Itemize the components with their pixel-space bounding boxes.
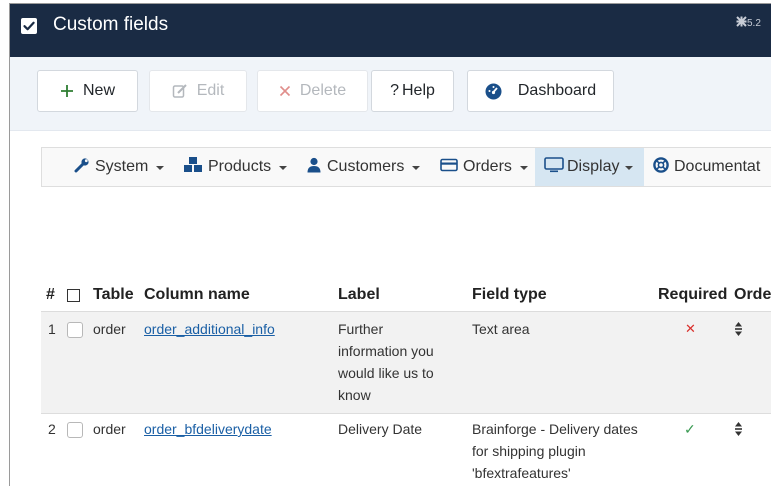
row-table: order [93,321,126,337]
column-name-link[interactable]: order_additional_info [144,318,275,340]
new-button[interactable]: New [37,70,138,112]
row-number: 1 [48,321,56,337]
menu-system[interactable]: System [74,148,165,186]
new-label: New [82,82,115,99]
monitor-icon [544,156,564,178]
dashboard-label: Dashboard [517,82,597,99]
edit-label: Edit [196,82,225,99]
menu-customers[interactable]: Customers [306,148,421,186]
dashboard-button[interactable]: Dashboard [467,70,614,112]
row-checkbox[interactable] [67,322,83,338]
question-icon: ? [390,82,399,99]
row-field-type: Text area [472,318,530,340]
credit-card-icon [440,158,458,177]
header-field-type[interactable]: Field type [472,285,547,305]
menu-display-label: Display [567,158,620,175]
row-label: Delivery Date [338,418,422,440]
cubes-icon [183,156,203,179]
times-icon [279,85,291,97]
header-column-name[interactable]: Column name [144,285,250,305]
version-badge: 5.2 [736,16,761,31]
help-button[interactable]: ? Help [371,70,454,112]
menu-display[interactable]: Display [535,148,644,186]
header-number: # [46,286,55,303]
app-window: Custom fields 5.2 New Edit Delete ? Help… [9,3,771,486]
caret-down-icon [279,166,288,170]
field-type-line: Brainforge - Delivery dates [472,421,638,437]
drag-handle-icon[interactable] [734,321,743,342]
version-text: 5.2 [747,18,761,29]
menu-documentation[interactable]: Documentat [653,148,760,186]
header-label[interactable]: Label [338,285,380,305]
lifebuoy-icon [653,156,669,178]
header-table[interactable]: Table [93,285,134,305]
check-square-icon [21,18,37,34]
caret-down-icon [412,166,421,170]
dashboard-icon [485,83,502,100]
wrench-icon [74,157,90,178]
label-line: Further [338,321,384,337]
header-ordering[interactable]: Orde [734,285,771,305]
help-label: Help [402,82,435,99]
label-line: would like us to [338,365,434,381]
menu-products[interactable]: Products [183,148,288,186]
label-line: Delivery Date [338,421,423,437]
menu-orders-label: Orders [463,158,512,175]
menu-products-label: Products [208,158,272,175]
menu-orders[interactable]: Orders [440,148,528,186]
title-bar: Custom fields 5.2 [10,4,771,57]
caret-down-icon [519,166,528,170]
select-all-checkbox[interactable] [67,289,80,302]
page-title: Custom fields [53,14,169,35]
field-type-line: for shipping plugin [472,443,586,459]
caret-down-icon [156,166,165,170]
joomla-icon [736,16,747,27]
field-type-line: Text area [472,321,530,337]
menu-system-label: System [95,158,149,175]
edit-icon [172,83,188,99]
label-line: information you [338,343,434,359]
label-line: know [338,387,371,403]
delete-button[interactable]: Delete [257,70,368,112]
menu-bar: System Products Customers Orders Display… [41,147,771,187]
row-number: 2 [48,421,56,437]
drag-handle-icon[interactable] [734,421,743,442]
row-field-type: Brainforge - Delivery dates for shipping… [472,418,638,484]
menu-documentation-label: Documentat [674,158,761,175]
plus-icon [60,84,74,98]
required-no-icon[interactable]: ✕ [685,318,696,340]
column-name-link[interactable]: order_bfdeliverydate [144,418,272,440]
required-yes-icon[interactable]: ✓ [684,418,696,440]
edit-button[interactable]: Edit [149,70,247,112]
caret-down-icon [625,166,634,170]
row-table: order [93,421,126,437]
menu-customers-label: Customers [327,158,405,175]
user-icon [306,157,322,178]
field-type-line: 'bfextrafeatures' [472,465,571,481]
header-required[interactable]: Required [658,285,727,305]
row-label: Further information you would like us to… [338,318,434,406]
row-checkbox[interactable] [67,422,83,438]
delete-label: Delete [299,82,347,99]
